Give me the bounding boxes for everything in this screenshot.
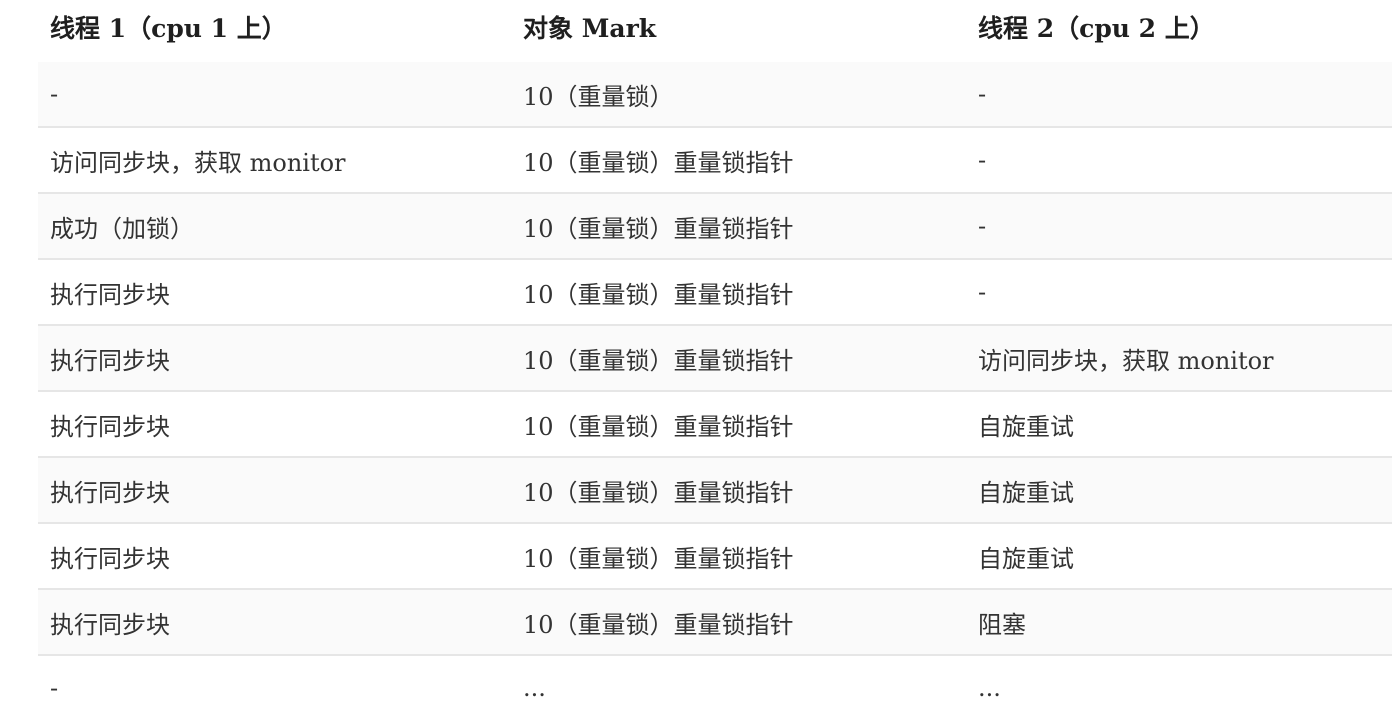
cell-thread2: 自旋重试 [966,456,1392,523]
cell-thread1: - [38,654,511,720]
cell-thread2: 自旋重试 [966,390,1392,457]
table-row: 成功（加锁） 10（重量锁）重量锁指针 - [38,192,1392,259]
table-row: 执行同步块 10（重量锁）重量锁指针 自旋重试 [38,456,1392,523]
cell-object-mark: 10（重量锁）重量锁指针 [511,126,966,193]
cell-object-mark: 10（重量锁）重量锁指针 [511,192,966,259]
cell-object-mark: 10（重量锁）重量锁指针 [511,390,966,457]
table-row: 执行同步块 10（重量锁）重量锁指针 自旋重试 [38,522,1392,589]
cell-thread1: 执行同步块 [38,258,511,325]
cell-thread1: 执行同步块 [38,522,511,589]
cell-thread2: - [966,62,1392,127]
cell-thread2: - [966,126,1392,193]
table-row: 访问同步块，获取 monitor 10（重量锁）重量锁指针 - [38,126,1392,193]
lock-state-table: 线程 1（cpu 1 上） 对象 Mark 线程 2（cpu 2 上） - 10… [38,0,1392,720]
table-row: 执行同步块 10（重量锁）重量锁指针 访问同步块，获取 monitor [38,324,1392,391]
cell-thread2: - [966,258,1392,325]
cell-thread1: 访问同步块，获取 monitor [38,126,511,193]
cell-thread1: 执行同步块 [38,456,511,523]
cell-thread1: 执行同步块 [38,324,511,391]
cell-thread2: ... [966,654,1392,720]
cell-thread1: 执行同步块 [38,390,511,457]
cell-thread2: - [966,192,1392,259]
cell-object-mark: 10（重量锁）重量锁指针 [511,522,966,589]
cell-object-mark: ... [511,654,966,720]
header-thread2: 线程 2（cpu 2 上） [978,14,1215,43]
header-thread1: 线程 1（cpu 1 上） [50,14,287,43]
cell-thread2: 阻塞 [966,588,1392,655]
table-row: 执行同步块 10（重量锁）重量锁指针 - [38,258,1392,325]
table-row: 执行同步块 10（重量锁）重量锁指针 阻塞 [38,588,1392,655]
cell-object-mark: 10（重量锁）重量锁指针 [511,588,966,655]
cell-thread1: 执行同步块 [38,588,511,655]
header-object-mark: 对象 Mark [523,14,657,43]
cell-object-mark: 10（重量锁） [511,62,966,127]
cell-object-mark: 10（重量锁）重量锁指针 [511,258,966,325]
table-row: - 10（重量锁） - [38,62,1392,127]
lock-state-table-container: 线程 1（cpu 1 上） 对象 Mark 线程 2（cpu 2 上） - 10… [38,0,1392,720]
header-row: 线程 1（cpu 1 上） 对象 Mark 线程 2（cpu 2 上） [38,0,1392,62]
cell-thread2: 自旋重试 [966,522,1392,589]
cell-thread1: - [38,62,511,127]
table-row: 执行同步块 10（重量锁）重量锁指针 自旋重试 [38,390,1392,457]
cell-thread2: 访问同步块，获取 monitor [966,324,1392,391]
table-row: - ... ... [38,654,1392,720]
table-header: 线程 1（cpu 1 上） 对象 Mark 线程 2（cpu 2 上） [38,0,1392,62]
cell-thread1: 成功（加锁） [38,192,511,259]
cell-object-mark: 10（重量锁）重量锁指针 [511,324,966,391]
cell-object-mark: 10（重量锁）重量锁指针 [511,456,966,523]
table-body: - 10（重量锁） - 访问同步块，获取 monitor 10（重量锁）重量锁指… [38,62,1392,720]
